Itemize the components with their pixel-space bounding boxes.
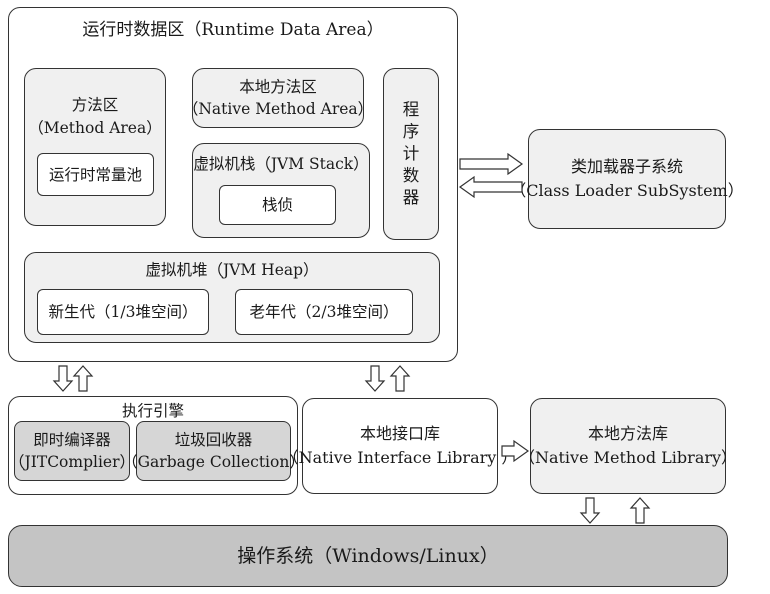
arrow-down-icon <box>364 365 386 392</box>
arrow-left-icon <box>458 175 523 199</box>
arrow-down-icon <box>579 497 601 524</box>
arrow-down-icon <box>52 365 74 392</box>
arrow-up-icon <box>72 365 94 392</box>
arrow-right-icon <box>501 439 530 463</box>
arrow-up-icon <box>389 365 411 392</box>
arrow-right-icon <box>459 152 524 176</box>
connector-arrows <box>52 152 651 524</box>
arrow-up-icon <box>629 497 651 524</box>
